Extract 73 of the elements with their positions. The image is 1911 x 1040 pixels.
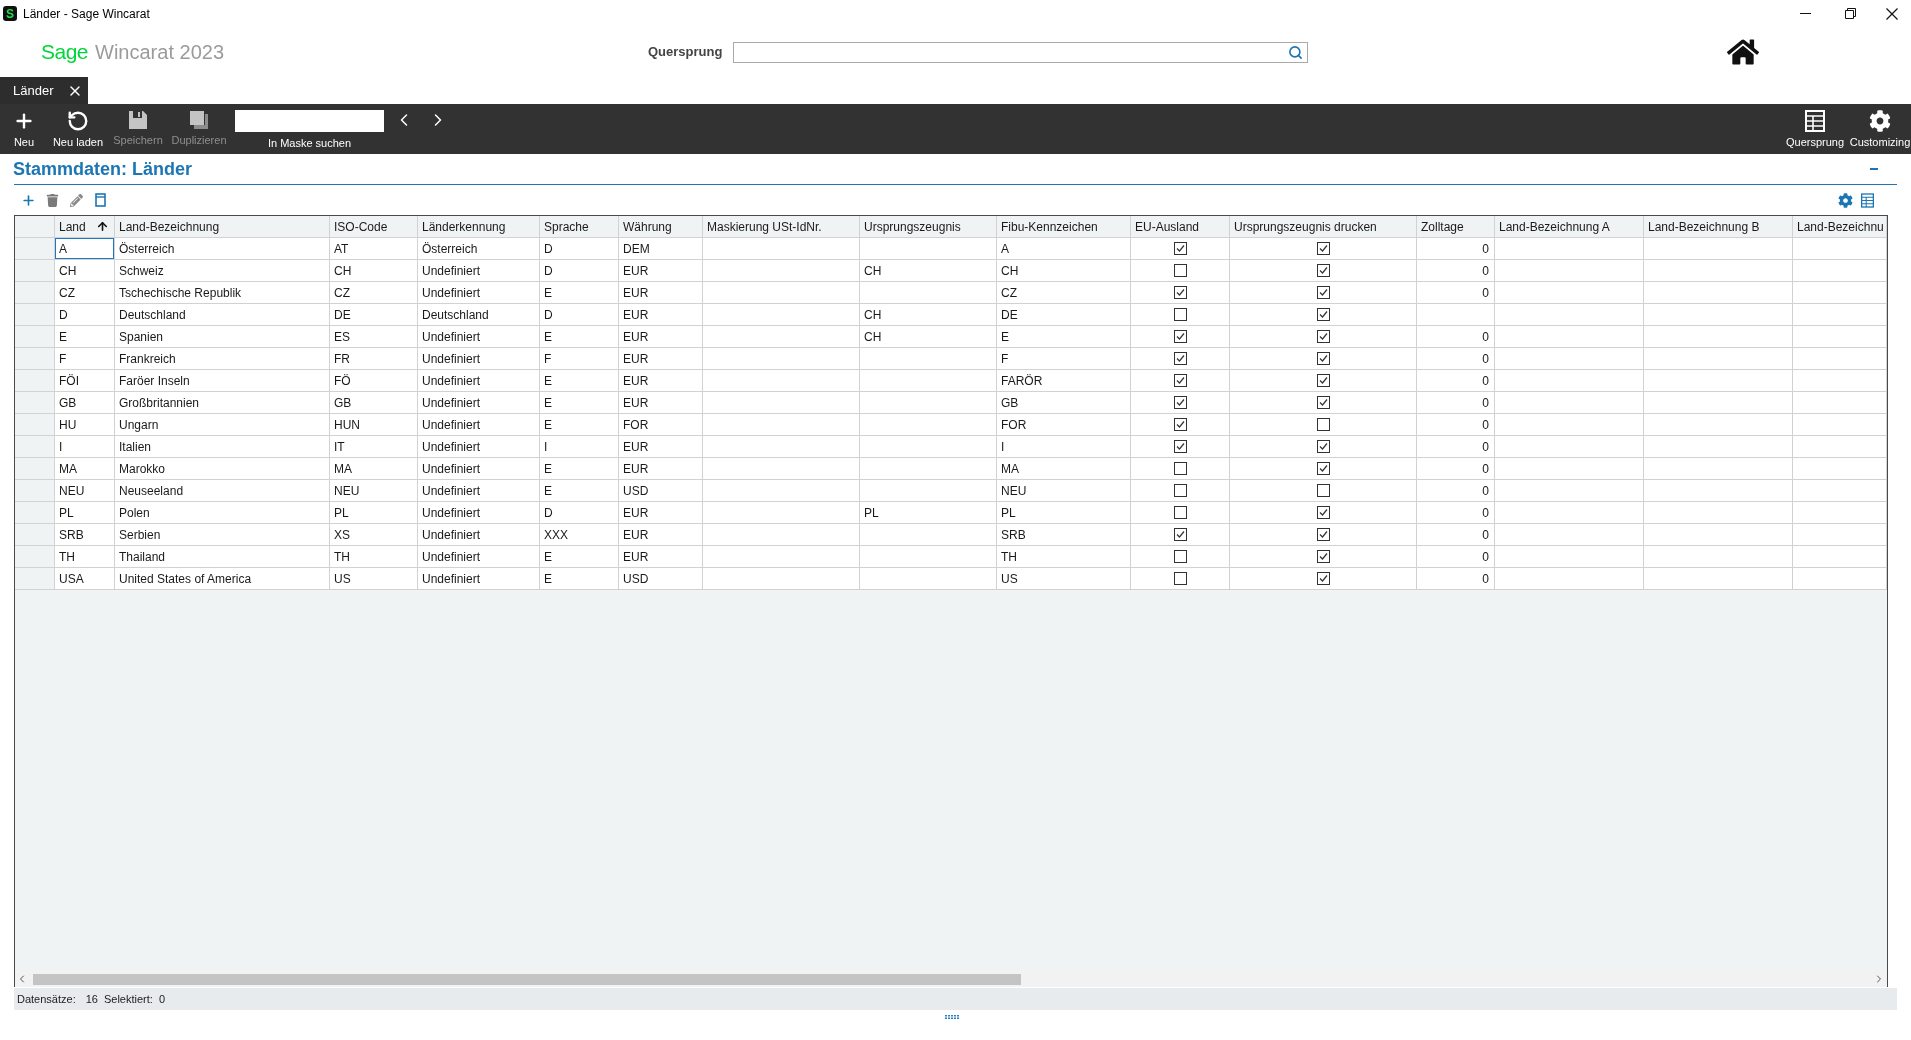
table-icon: [1805, 110, 1825, 132]
checkbox[interactable]: [1316, 242, 1330, 255]
checkbox[interactable]: [1173, 440, 1187, 453]
checkbox[interactable]: [1173, 462, 1187, 475]
checkbox[interactable]: [1173, 528, 1187, 541]
section-title: Stammdaten: Länder: [13, 160, 193, 178]
table-cell: USA: [55, 568, 115, 590]
checkbox[interactable]: [1173, 308, 1187, 321]
checkbox[interactable]: [1173, 352, 1187, 365]
table-cell: US: [997, 568, 1131, 590]
checkbox[interactable]: [1173, 506, 1187, 519]
checkbox[interactable]: [1316, 484, 1330, 497]
checkbox[interactable]: [1173, 572, 1187, 585]
checkbox[interactable]: [1173, 374, 1187, 387]
search-icon[interactable]: [1288, 44, 1303, 60]
table-cell: United States of America: [115, 568, 330, 590]
checkbox[interactable]: [1173, 242, 1187, 255]
settings-icon[interactable]: [1838, 192, 1853, 208]
table-cell: E: [540, 568, 619, 590]
mask-search-field[interactable]: [235, 110, 384, 132]
checkbox[interactable]: [1316, 308, 1330, 321]
window-title: Länder - Sage Wincarat: [23, 5, 150, 23]
search-label: Quersprung: [648, 43, 724, 62]
add-icon[interactable]: [21, 192, 36, 208]
checkbox[interactable]: [1316, 550, 1330, 563]
pencil-icon[interactable]: [70, 193, 83, 207]
records-label: Datensätze:: [17, 991, 76, 1007]
checkbox[interactable]: [1173, 484, 1187, 497]
checkbox[interactable]: [1316, 418, 1330, 431]
checkbox[interactable]: [1173, 396, 1187, 409]
table-cell: US: [330, 568, 418, 590]
checkbox[interactable]: [1316, 352, 1330, 365]
checkbox[interactable]: [1316, 374, 1330, 387]
checkbox[interactable]: [1316, 396, 1330, 409]
checkbox[interactable]: [1316, 286, 1330, 299]
tab[interactable]: Länder: [0, 77, 88, 104]
table-cell: 0: [1417, 568, 1495, 590]
resize-grip-icon[interactable]: [944, 1015, 959, 1019]
scrollbar-thumb[interactable]: [33, 973, 1021, 985]
table-cell: USD: [619, 568, 703, 590]
checkbox[interactable]: [1173, 550, 1187, 563]
form-icon[interactable]: [95, 193, 106, 207]
checkbox[interactable]: [1173, 264, 1187, 277]
checkbox[interactable]: [1173, 418, 1187, 431]
table-cell: Undefiniert: [418, 568, 540, 590]
quersprung-button[interactable]: Quersprung: [1785, 104, 1845, 154]
column-header[interactable]: Land: [55, 216, 115, 238]
customizing-button[interactable]: Customizing: [1849, 104, 1911, 154]
product-name: Wincarat 2023: [95, 40, 224, 66]
brand-logo: Sage: [41, 39, 89, 66]
stacked-squares-icon: [189, 110, 209, 130]
reload-icon: [67, 110, 89, 132]
selected-label: Selektiert:: [103, 991, 153, 1007]
reload-button[interactable]: Neu laden: [49, 104, 107, 154]
mask-search-label: In Maske suchen: [267, 136, 352, 150]
checkbox[interactable]: [1316, 462, 1330, 475]
checkbox[interactable]: [1173, 286, 1187, 299]
checkbox[interactable]: [1316, 506, 1330, 519]
search-field[interactable]: [733, 41, 1308, 63]
checkbox[interactable]: [1316, 440, 1330, 453]
settings-icon: [1869, 110, 1891, 132]
trash-icon[interactable]: [46, 193, 59, 207]
selected-count: 0: [158, 991, 165, 1007]
app-logo: S: [3, 6, 17, 21]
checkbox[interactable]: [1316, 572, 1330, 585]
new-button[interactable]: Neu: [4, 104, 44, 154]
table-cell: A: [55, 238, 115, 260]
checkbox[interactable]: [1316, 528, 1330, 541]
records-count: 16: [85, 991, 98, 1007]
checkbox[interactable]: [1173, 330, 1187, 343]
checkbox[interactable]: [1316, 330, 1330, 343]
table-icon[interactable]: [1861, 192, 1874, 208]
checkbox[interactable]: [1316, 264, 1330, 277]
